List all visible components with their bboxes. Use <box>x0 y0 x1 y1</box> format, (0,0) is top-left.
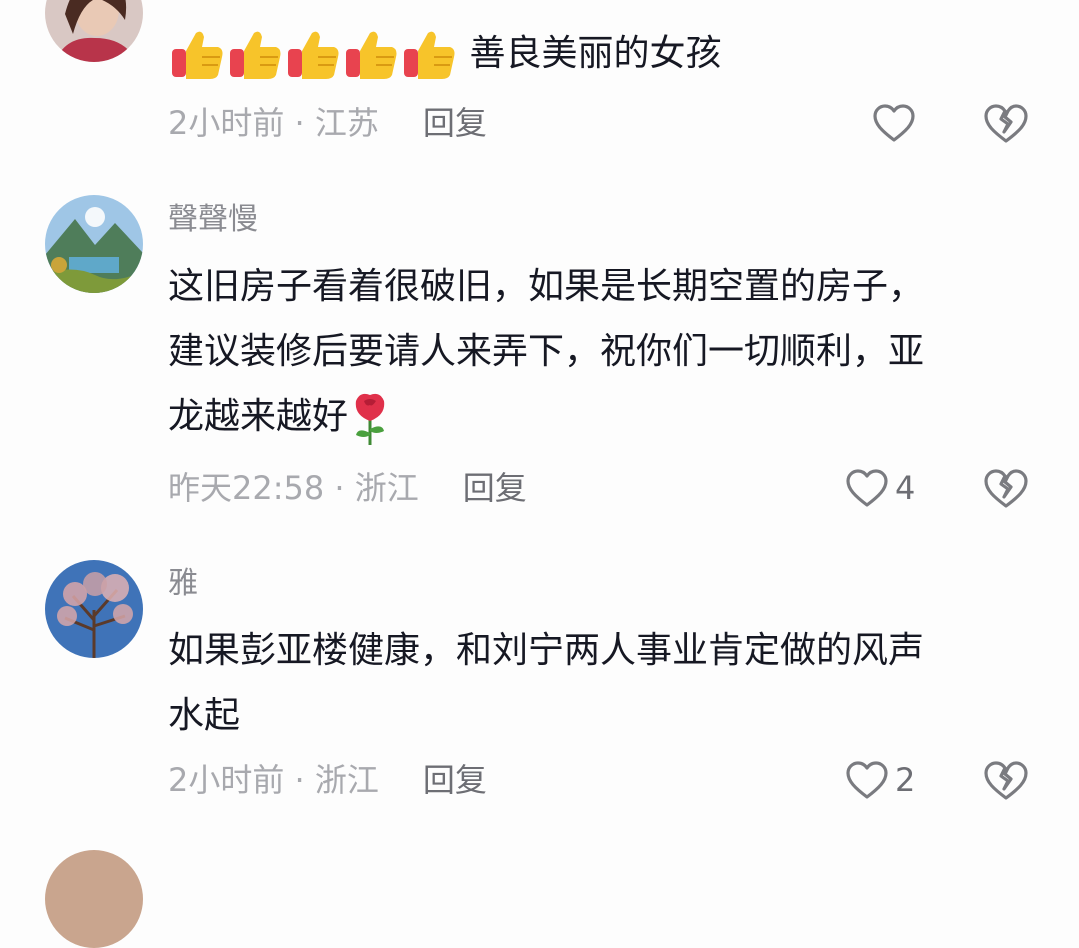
comment-text: 善良美丽的女孩 <box>168 22 1038 86</box>
comment-time: 2小时前 <box>168 104 285 142</box>
avatar[interactable] <box>45 195 143 293</box>
avatar[interactable] <box>45 560 143 658</box>
meta-separator: · <box>284 104 315 142</box>
like-button[interactable]: 4 <box>845 463 915 513</box>
broken-heart-icon[interactable] <box>983 759 1029 801</box>
comment-text: 这旧房子看着很破旧，如果是长期空置的房子， 建议装修后要请人来弄下，祝你们一切顺… <box>168 254 1038 449</box>
rose-icon <box>355 393 385 445</box>
comment-text-body: 善良美丽的女孩 <box>469 33 722 74</box>
heart-outline-icon <box>846 761 888 799</box>
comment-text-line: 这旧房子看着很破旧，如果是长期空置的房子， <box>168 266 925 307</box>
comment-meta: 昨天22:58 · 浙江 回复 <box>168 463 527 513</box>
thumbs-up-icon <box>172 31 223 80</box>
broken-heart-icon[interactable] <box>983 102 1029 144</box>
comment-text-line: 建议装修后要请人来弄下，祝你们一切顺利，亚 <box>168 331 925 372</box>
avatar[interactable] <box>45 850 143 948</box>
meta-separator: · <box>324 469 355 507</box>
heart-outline-icon <box>846 469 888 507</box>
reply-button[interactable]: 回复 <box>463 469 527 507</box>
comment-location: 浙江 <box>354 469 419 507</box>
comment-meta: 2小时前 · 江苏 回复 <box>168 98 487 148</box>
comment-location: 浙江 <box>314 761 379 799</box>
like-count: 2 <box>895 761 916 799</box>
comment-meta: 2小时前 · 浙江 回复 <box>168 755 487 805</box>
comment-text-line: 如果彭亚楼健康，和刘宁两人事业肯定做的风声 <box>168 630 925 671</box>
username[interactable]: 聲聲慢 <box>168 200 258 240</box>
heart-outline-icon <box>873 104 915 142</box>
avatar[interactable] <box>45 0 143 62</box>
comment-time: 昨天22:58 <box>168 469 325 507</box>
reply-button[interactable]: 回复 <box>423 761 487 799</box>
reply-button[interactable]: 回复 <box>423 104 487 142</box>
like-button[interactable] <box>872 98 922 148</box>
comment-time: 2小时前 <box>168 761 285 799</box>
comment-text-line: 龙越来越好 <box>168 396 349 437</box>
thumbs-up-icon <box>346 31 397 80</box>
thumbs-up-icon <box>288 31 339 80</box>
thumbs-up-icon <box>404 31 455 80</box>
thumbs-up-emoji-row <box>168 31 469 80</box>
like-count: 4 <box>895 469 916 507</box>
comment-text-line: 水起 <box>168 695 241 736</box>
username[interactable]: 雅 <box>168 564 198 604</box>
thumbs-up-icon <box>230 31 281 80</box>
comment-location: 江苏 <box>314 104 379 142</box>
meta-separator: · <box>284 761 315 799</box>
broken-heart-icon[interactable] <box>983 467 1029 509</box>
like-button[interactable]: 2 <box>845 755 915 805</box>
comment-text: 如果彭亚楼健康，和刘宁两人事业肯定做的风声 水起 <box>168 618 1038 748</box>
